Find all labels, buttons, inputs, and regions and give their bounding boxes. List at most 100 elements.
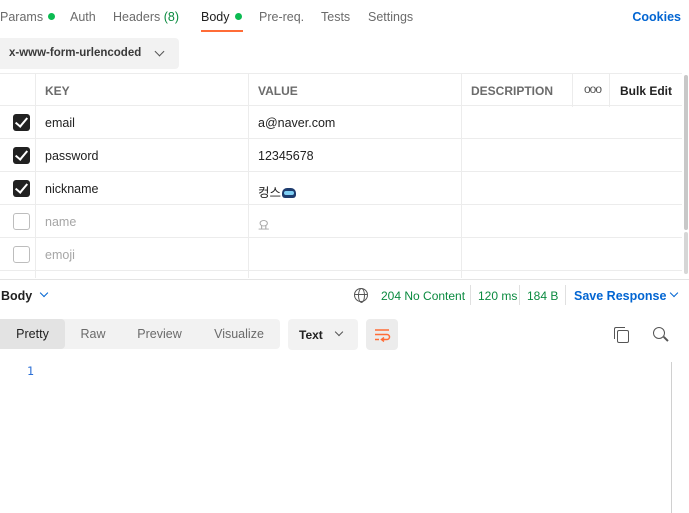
value-text: 요 (258, 219, 270, 233)
value-cell[interactable]: a@naver.com (249, 106, 462, 139)
wrap-lines-button[interactable] (366, 319, 398, 350)
body-type-dropdown[interactable]: x-www-form-urlencoded (0, 38, 179, 69)
format-label: Text (299, 328, 323, 342)
request-tabs: Params Auth Headers (8) Body Pre-req. Te… (0, 0, 689, 34)
search-icon[interactable] (653, 327, 665, 339)
tab-body-label: Body (201, 10, 230, 24)
description-cell[interactable] (462, 205, 682, 238)
tab-preview[interactable]: Preview (121, 319, 198, 349)
divider (565, 285, 566, 305)
table-scrollbar[interactable] (684, 75, 688, 230)
active-tab-underline (201, 30, 243, 32)
wrap-lines-icon (375, 329, 391, 343)
table-row: name 요 (0, 205, 682, 238)
key-cell[interactable]: password (36, 139, 249, 172)
header-key: KEY (36, 74, 249, 107)
key-text: emoji (45, 248, 75, 262)
goggles-emoji-icon (282, 188, 297, 198)
tab-auth[interactable]: Auth (70, 10, 96, 24)
row-checkbox-cell (0, 139, 36, 172)
table-row: nickname 컹스 (0, 172, 682, 205)
row-partial-cell (0, 271, 36, 278)
description-cell[interactable] (462, 238, 682, 271)
body-indicator-dot (234, 13, 242, 20)
response-bar: Body 204 No Content 120 ms 184 B Save Re… (0, 279, 689, 311)
key-text: nickname (45, 182, 99, 196)
body-type-label: x-www-form-urlencoded (9, 47, 142, 59)
globe-icon[interactable] (354, 288, 368, 303)
editor-scrollbar[interactable] (671, 362, 672, 513)
tab-prereq-label: Pre-req. (259, 10, 305, 24)
tab-settings-label: Settings (368, 10, 414, 24)
bulk-edit-button[interactable]: Bulk Edit (610, 74, 682, 107)
save-response-button[interactable]: Save Response (574, 289, 666, 303)
format-dropdown[interactable]: Text (288, 319, 358, 350)
table-header-row: KEY VALUE DESCRIPTION ooo Bulk Edit (0, 73, 682, 107)
table-row: emoji (0, 238, 682, 271)
row-checkbox[interactable] (13, 147, 30, 164)
row-partial-cell (249, 271, 462, 278)
chevron-down-icon (154, 46, 165, 57)
row-checkbox-cell (0, 172, 36, 205)
key-cell[interactable]: email (36, 106, 249, 139)
row-checkbox-cell (0, 238, 36, 271)
description-cell[interactable] (462, 172, 682, 205)
header-value-label: VALUE (258, 84, 298, 98)
row-checkbox[interactable] (13, 180, 30, 197)
response-section-label: Body (1, 289, 33, 303)
table-scrollbar-track[interactable] (684, 232, 688, 274)
tab-raw[interactable]: Raw (65, 319, 121, 349)
header-value: VALUE (249, 74, 462, 107)
row-checkbox-cell (0, 205, 36, 238)
chevron-down-icon[interactable] (39, 288, 49, 298)
response-editor[interactable]: 1 (0, 360, 672, 513)
tab-settings[interactable]: Settings (368, 10, 413, 24)
header-description: DESCRIPTION (462, 74, 573, 107)
row-checkbox-cell (0, 106, 36, 139)
tab-headers[interactable]: Headers (8) (113, 10, 179, 24)
description-cell[interactable] (462, 139, 682, 172)
tab-params[interactable]: Params (0, 10, 56, 24)
headers-count: (8) (163, 10, 180, 24)
header-description-label: DESCRIPTION (471, 84, 554, 98)
chevron-down-icon[interactable] (669, 288, 679, 298)
value-cell[interactable]: 컹스 (249, 172, 462, 205)
tab-headers-label: Headers (113, 10, 161, 24)
header-checkbox-cell (0, 74, 36, 107)
tab-auth-label: Auth (70, 10, 96, 24)
bulk-edit-label: Bulk Edit (620, 84, 673, 98)
tab-body[interactable]: Body (201, 10, 242, 24)
description-cell[interactable] (462, 106, 682, 139)
row-checkbox[interactable] (13, 114, 30, 131)
row-checkbox[interactable] (13, 213, 30, 230)
key-text: name (45, 215, 77, 229)
cookies-link[interactable]: Cookies (632, 10, 681, 24)
table-row-partial (0, 271, 682, 278)
more-options-button[interactable]: ooo (573, 74, 610, 107)
key-cell[interactable]: nickname (36, 172, 249, 205)
status-code[interactable]: 204 No Content (381, 289, 465, 303)
tab-tests[interactable]: Tests (321, 10, 350, 24)
value-cell[interactable]: 요 (249, 205, 462, 238)
copy-icon[interactable] (614, 327, 629, 343)
response-body-dropdown[interactable]: Body (1, 289, 32, 303)
value-cell[interactable] (249, 238, 462, 271)
value-text-korean: 컹스 (258, 186, 282, 200)
row-partial-cell (36, 271, 249, 278)
tab-visualize[interactable]: Visualize (198, 319, 280, 349)
tab-pretty[interactable]: Pretty (0, 319, 65, 349)
tab-prereq[interactable]: Pre-req. (259, 10, 304, 24)
divider (519, 285, 520, 305)
divider (470, 285, 471, 305)
table-row: password 12345678 (0, 139, 682, 172)
key-text: email (45, 116, 75, 130)
value-cell[interactable]: 12345678 (249, 139, 462, 172)
response-size[interactable]: 184 B (527, 289, 558, 303)
table-row: email a@naver.com (0, 106, 682, 139)
row-checkbox[interactable] (13, 246, 30, 263)
key-cell[interactable]: name (36, 205, 249, 238)
params-indicator-dot (48, 13, 56, 20)
key-cell[interactable]: emoji (36, 238, 249, 271)
chevron-down-icon (334, 327, 344, 337)
response-time[interactable]: 120 ms (478, 289, 517, 303)
